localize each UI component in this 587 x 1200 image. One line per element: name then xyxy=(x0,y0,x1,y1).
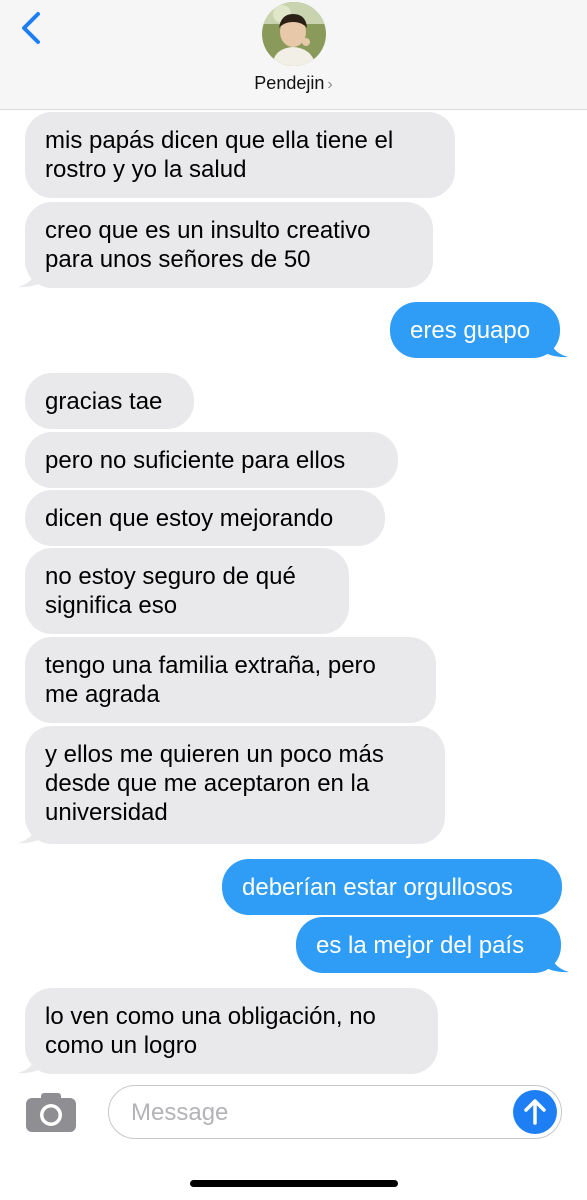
message-line: desde que me aceptaron en la xyxy=(45,770,370,797)
message-line: rostro y yo la salud xyxy=(45,156,247,183)
camera-icon[interactable] xyxy=(24,1090,78,1134)
message-bubble-outgoing[interactable]: eres guapo xyxy=(390,302,560,358)
message-bubble-incoming[interactable]: no estoy seguro de qué significa eso xyxy=(25,548,349,634)
message-line: eres guapo xyxy=(410,317,531,344)
contact-name-button[interactable]: Pendejin › xyxy=(0,70,587,96)
contact-name: Pendejin xyxy=(254,73,325,93)
message-line: me agrada xyxy=(45,681,160,708)
avatar[interactable] xyxy=(262,2,326,66)
message-bubble-incoming[interactable]: mis papás dicen que ella tiene el rostro… xyxy=(25,112,455,198)
message-line: para unos señores de 50 xyxy=(45,246,311,273)
message-bubble-outgoing[interactable]: deberían estar orgullosos xyxy=(222,859,562,915)
message-line: universidad xyxy=(45,799,168,826)
send-button[interactable] xyxy=(513,1090,557,1134)
composer-bar: Message xyxy=(0,1080,587,1150)
bubble-tail xyxy=(18,822,46,844)
message-line: es la mejor del país xyxy=(316,932,525,959)
chevron-left-icon[interactable] xyxy=(14,8,48,48)
message-line: no estoy seguro de qué xyxy=(45,563,296,590)
bubble-tail xyxy=(18,1052,46,1074)
message-input[interactable]: Message xyxy=(108,1085,562,1139)
message-line: lo ven como una obligación, no xyxy=(45,1003,376,1030)
home-indicator[interactable] xyxy=(190,1180,398,1187)
message-bubble-incoming[interactable]: y ellos me quieren un poco más desde que… xyxy=(25,726,445,844)
conversation-header: Pendejin › xyxy=(0,0,587,110)
message-line: creo que es un insulto creativo xyxy=(45,217,371,244)
arrow-up-icon xyxy=(524,1099,546,1125)
message-line: deberían estar orgullosos xyxy=(242,874,513,901)
message-bubble-incoming[interactable]: gracias tae xyxy=(25,373,194,429)
message-bubble-outgoing[interactable]: es la mejor del país xyxy=(296,917,561,973)
chevron-right-icon: › xyxy=(327,76,333,93)
message-bubble-incoming[interactable]: pero no suficiente para ellos xyxy=(25,432,398,488)
bubble-tail xyxy=(18,266,46,288)
message-bubble-incoming[interactable]: creo que es un insulto creativo para uno… xyxy=(25,202,433,288)
message-line: y ellos me quieren un poco más xyxy=(45,741,384,768)
message-placeholder: Message xyxy=(131,1099,229,1126)
message-line: gracias tae xyxy=(45,388,163,415)
message-line: como un logro xyxy=(45,1032,198,1059)
message-line: tengo una familia extraña, pero xyxy=(45,652,376,679)
message-line: mis papás dicen que ella tiene el xyxy=(45,127,394,154)
bubble-tail xyxy=(540,336,568,358)
message-bubble-incoming[interactable]: dicen que estoy mejorando xyxy=(25,490,385,546)
bubble-tail xyxy=(541,951,569,973)
message-bubble-incoming[interactable]: tengo una familia extraña, pero me agrad… xyxy=(25,637,436,723)
message-line: dicen que estoy mejorando xyxy=(45,505,334,532)
message-line: significa eso xyxy=(45,592,178,619)
message-bubble-incoming[interactable]: lo ven como una obligación, no como un l… xyxy=(25,988,438,1074)
message-line: pero no suficiente para ellos xyxy=(45,447,346,474)
